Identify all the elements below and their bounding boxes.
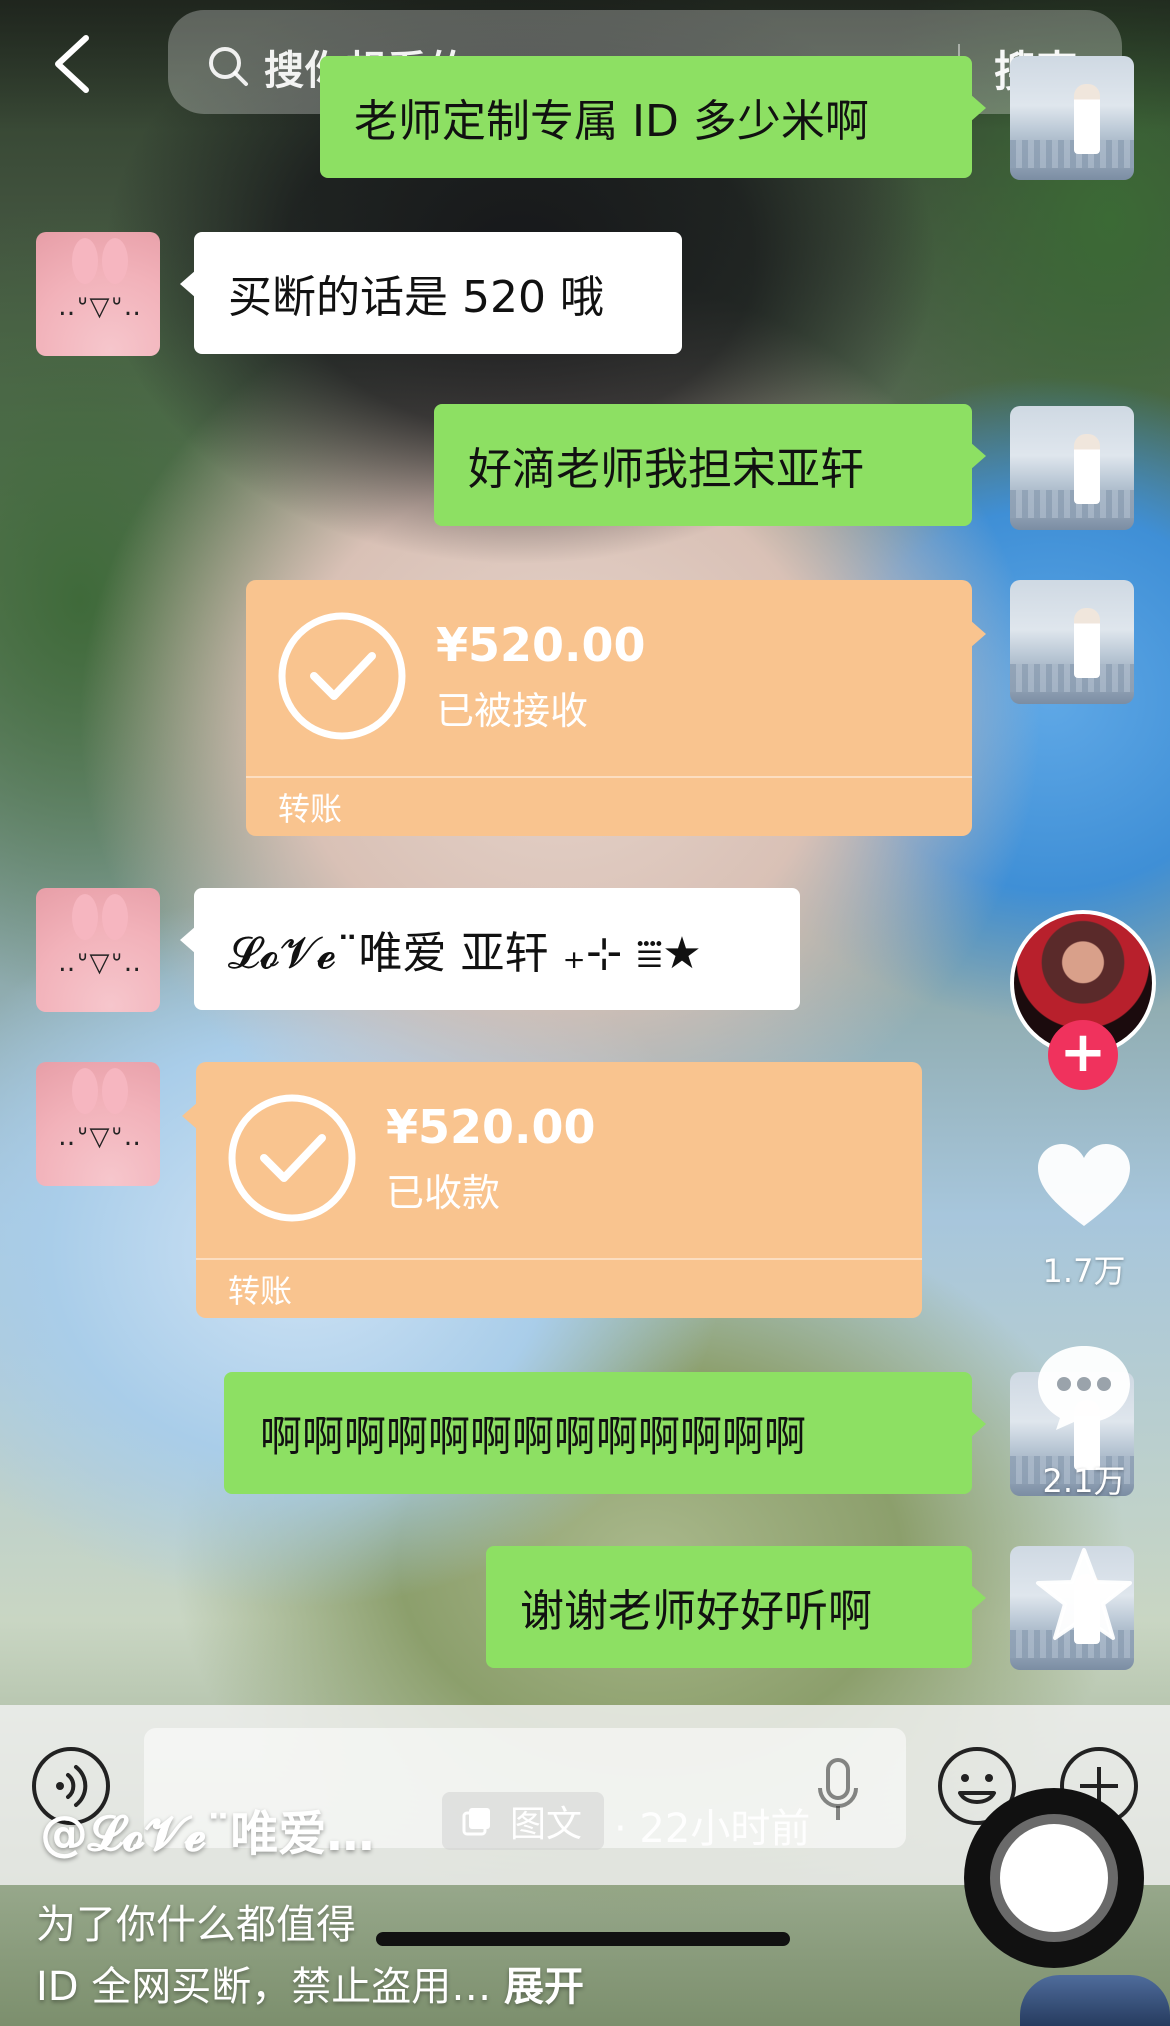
transfer-amount: ¥520.00 [386,1100,596,1154]
transfer-status: 已收款 [386,1171,501,1215]
post-author[interactable]: @𝓛𝓸𝓥𝓮¨唯爱… [40,1794,374,1864]
self-avatar [1010,406,1134,530]
transfer-amount: ¥520.00 [436,618,646,672]
back-icon[interactable] [52,34,92,94]
contact-avatar: ‥ᐡ▽ᐡ‥ [36,232,160,356]
transfer-divider [196,1258,922,1260]
transfer-kind: 转账 [228,1272,293,1310]
expand-link[interactable]: 展开 [504,1964,584,2010]
doc-icon [462,1808,490,1836]
chat-bubble-sent: 啊啊啊啊啊啊啊啊啊啊啊啊啊 [224,1372,986,1494]
heart-icon[interactable] [1034,1140,1134,1230]
post-time: · 22小时前 [614,1806,811,1852]
chat-bubble-sent: 好滴老师我担宋亚轩 [434,404,986,526]
chat-bubble-received: 𝓛𝓸𝓥𝓮¨唯爱 亚轩 ₊⊹ ⩸★ [180,888,800,1010]
post-type-label: 图文 [510,1804,583,1845]
check-circle-icon [278,612,406,740]
like-count: 1.7万 [1042,1252,1126,1290]
transfer-divider [246,776,972,778]
post-caption-text: ID 全网买断，禁止盗用… [36,1964,492,2010]
self-avatar [1010,580,1134,704]
contact-avatar: ‥ᐡ▽ᐡ‥ [36,1062,160,1186]
comment-count: 2.1万 [1042,1462,1126,1500]
mini-thumbnail[interactable] [1020,1975,1170,2026]
post-caption: 为了你什么都值得 [36,1902,356,1948]
mic-icon[interactable] [816,1758,860,1824]
chat-bubble-received: 买断的话是 520 哦 [180,232,682,354]
check-circle-icon [228,1094,356,1222]
post-caption-line: ID 全网买断，禁止盗用… 展开 [36,1954,584,2012]
star-icon[interactable] [1034,1546,1134,1642]
capture-button[interactable] [964,1788,1144,1968]
search-icon [209,47,248,86]
transfer-card-sent[interactable]: ¥520.00 已被接收 转账 [246,580,986,836]
comment-icon[interactable] [1034,1340,1134,1432]
message-text: 好滴老师我担宋亚轩 [468,444,864,495]
self-avatar [1010,56,1134,180]
home-indicator [376,1932,790,1946]
transfer-card-received[interactable]: ¥520.00 已收款 转账 [182,1062,922,1318]
chat-bubble-sent: 老师定制专属 ID 多少米啊 [320,56,986,178]
message-text: 𝓛𝓸𝓥𝓮¨唯爱 亚轩 ₊⊹ ⩸★ [228,928,702,979]
message-text: 谢谢老师好好听啊 [520,1586,872,1637]
follow-button[interactable]: + [1048,1020,1118,1090]
post-type-badge: 图文 [442,1792,604,1850]
transfer-kind: 转账 [278,790,343,828]
chat-bubble-sent: 谢谢老师好好听啊 [486,1546,986,1668]
message-text: 买断的话是 520 哦 [228,272,604,323]
message-text: 老师定制专属 ID 多少米啊 [354,96,869,147]
message-text: 啊啊啊啊啊啊啊啊啊啊啊啊啊 [260,1411,807,1461]
transfer-status: 已被接收 [436,689,589,733]
contact-avatar: ‥ᐡ▽ᐡ‥ [36,888,160,1012]
